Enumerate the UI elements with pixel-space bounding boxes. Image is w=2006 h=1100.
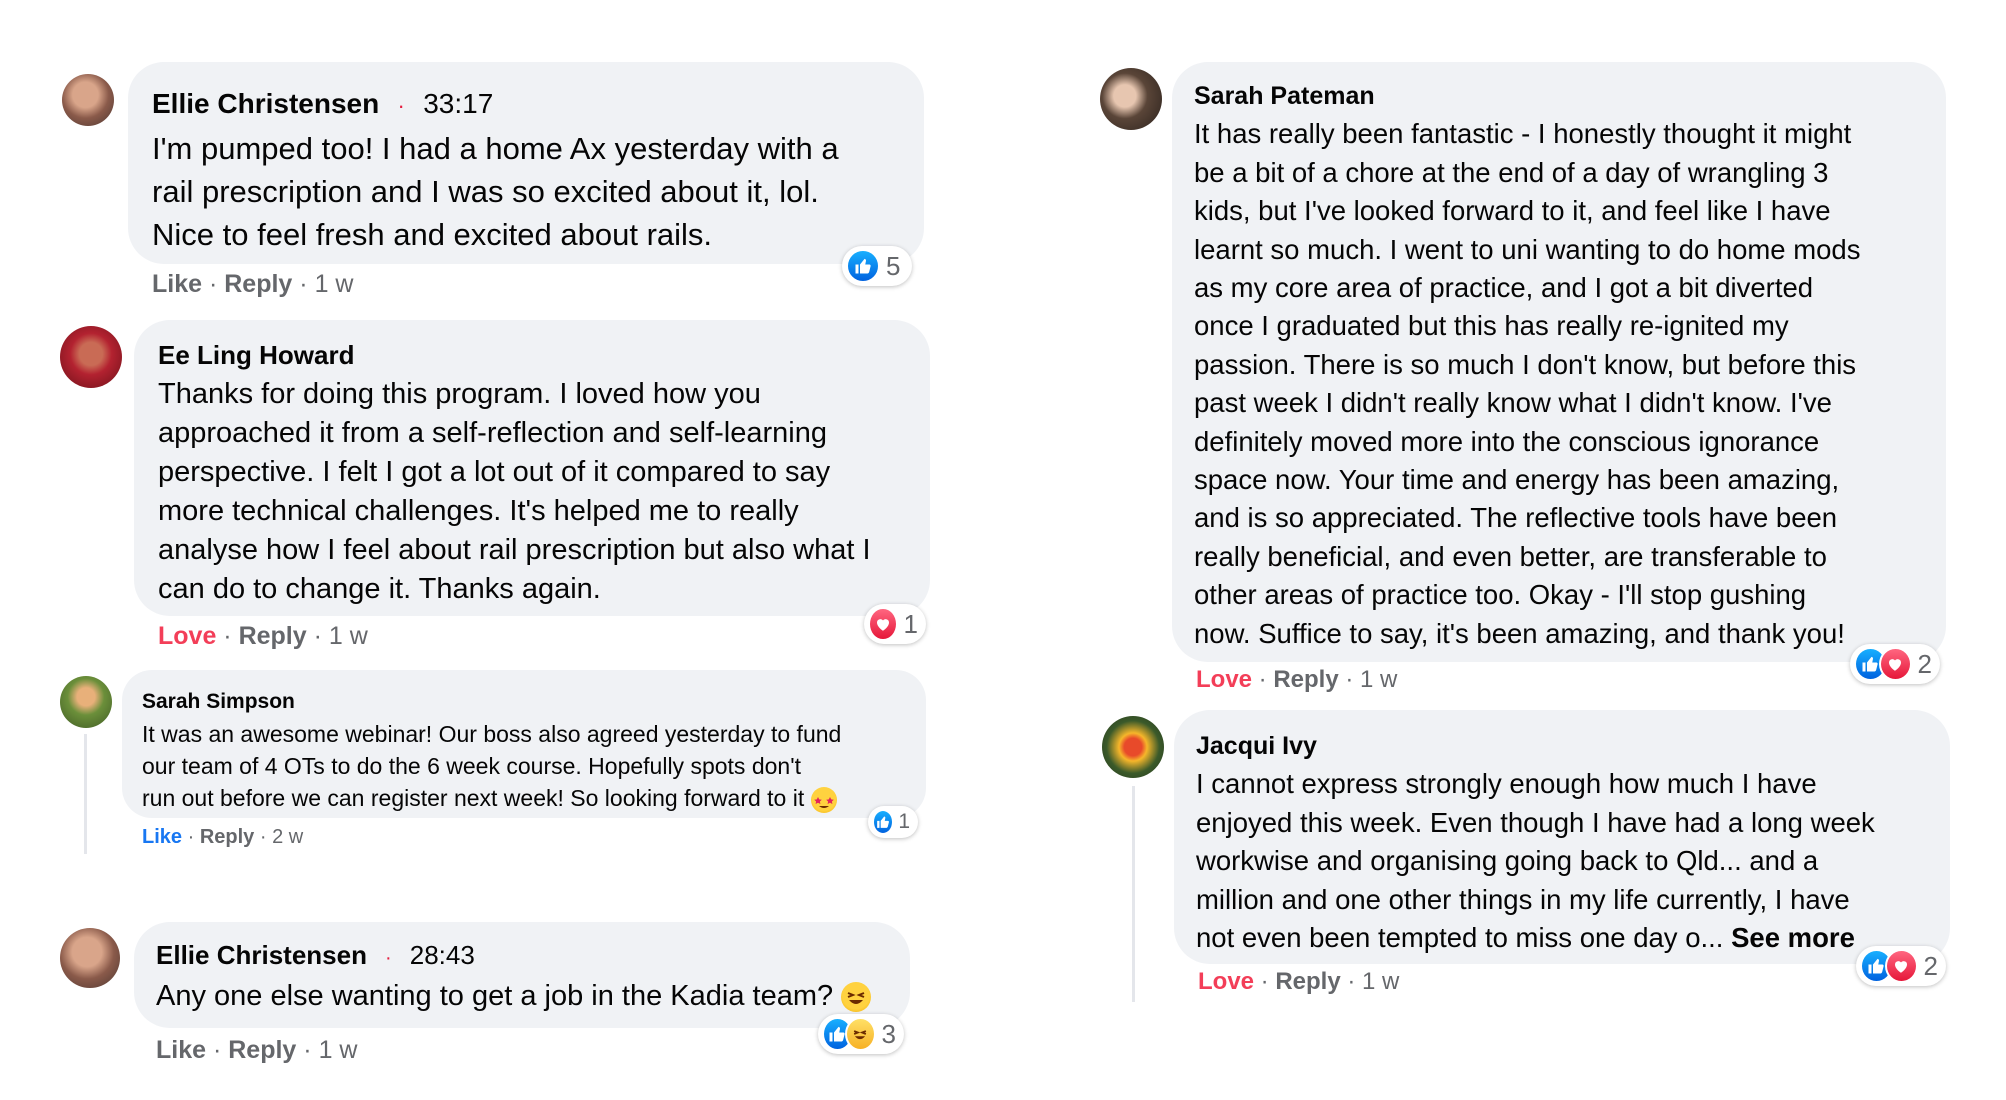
comment-text: Thanks for doing this program. I loved h… — [158, 378, 871, 605]
reply-button[interactable]: Reply — [239, 622, 307, 650]
comment-actions: Like · Reply · 1 w — [152, 270, 353, 299]
separator-dot: · — [216, 622, 239, 650]
avatar[interactable] — [60, 928, 120, 988]
avatar[interactable] — [1102, 716, 1164, 778]
laughing-emoji-icon — [841, 982, 872, 1013]
thread-line — [1132, 786, 1135, 1002]
comment-actions: Love · Reply · 1 w — [158, 622, 368, 651]
separator-dot: · — [296, 1036, 319, 1064]
reaction-summary[interactable]: 3 — [818, 1014, 904, 1054]
comment-text: It has really been fantastic - I honestl… — [1194, 118, 1861, 649]
love-button[interactable]: Love — [158, 622, 216, 650]
comment-age[interactable]: 1 w — [319, 1036, 358, 1064]
comment-age[interactable]: 1 w — [1360, 666, 1397, 693]
separator-dot: · — [1252, 666, 1274, 693]
comment-bubble: Sarah Pateman It has really been fantast… — [1172, 62, 1946, 662]
reply-button[interactable]: Reply — [1275, 968, 1340, 995]
comment-text: I'm pumped too! I had a home Ax yesterda… — [152, 131, 839, 252]
reaction-summary[interactable]: 2 — [1856, 946, 1946, 986]
reaction-summary[interactable]: 5 — [842, 246, 912, 286]
separator-dot: · — [202, 270, 225, 298]
love-reaction-icon — [868, 607, 898, 641]
separator-dot: · — [385, 947, 392, 969]
like-reaction-icon — [846, 249, 880, 283]
love-button[interactable]: Love — [1198, 968, 1254, 995]
comment-bubble: Ellie Christensen · 33:17 I'm pumped too… — [128, 62, 924, 264]
reaction-summary[interactable]: 1 — [868, 806, 918, 838]
reaction-count: 3 — [881, 1018, 896, 1049]
video-timestamp[interactable]: 28:43 — [410, 940, 475, 970]
love-reaction-icon — [1884, 949, 1918, 983]
comment-actions: Like · Reply · 1 w — [156, 1036, 357, 1065]
comment-bubble: Sarah Simpson It was an awesome webinar!… — [122, 670, 926, 818]
comment-actions: Like · Reply · 2 w — [142, 826, 303, 849]
like-button[interactable]: Like — [152, 270, 202, 298]
author-name[interactable]: Jacqui Ivy — [1196, 732, 1317, 760]
love-reaction-icon — [1878, 647, 1912, 681]
comment-actions: Love · Reply · 1 w — [1196, 666, 1397, 694]
comment-text: It was an awesome webinar! Our boss also… — [142, 718, 906, 814]
author-name[interactable]: Ee Ling Howard — [158, 340, 354, 370]
comment-bubble: Ee Ling Howard Thanks for doing this pro… — [134, 320, 930, 616]
separator-dot: · — [254, 826, 273, 848]
comment-age[interactable]: 2 w — [272, 826, 303, 848]
avatar[interactable] — [60, 326, 122, 388]
comment-bubble: Ellie Christensen · 28:43 Any one else w… — [134, 922, 910, 1028]
separator-dot: · — [206, 1036, 229, 1064]
star-struck-emoji-icon — [810, 786, 837, 813]
haha-reaction-icon — [844, 1017, 876, 1051]
comment-text-body: It was an awesome webinar! Our boss also… — [142, 721, 842, 811]
comment-age[interactable]: 1 w — [329, 622, 368, 650]
reaction-count: 2 — [1923, 950, 1938, 981]
separator-dot: · — [1254, 968, 1276, 995]
reaction-summary[interactable]: 1 — [864, 604, 926, 644]
comment-text: Any one else wanting to get a job in the… — [156, 977, 888, 1015]
like-button[interactable]: Like — [156, 1036, 206, 1064]
reaction-count: 5 — [886, 250, 901, 281]
separator-dot: · — [1340, 968, 1363, 995]
thread-line — [84, 734, 87, 854]
comment-text-body: Any one else wanting to get a job in the… — [156, 980, 834, 1012]
separator-dot: · — [292, 270, 315, 298]
author-name[interactable]: Ellie Christensen — [152, 88, 379, 119]
like-button[interactable]: Like — [142, 826, 182, 848]
reply-button[interactable]: Reply — [200, 826, 254, 848]
reply-button[interactable]: Reply — [224, 270, 292, 298]
reply-button[interactable]: Reply — [1273, 666, 1338, 693]
reaction-summary[interactable]: 2 — [1850, 644, 1940, 684]
reaction-count: 2 — [1917, 648, 1932, 679]
avatar[interactable] — [62, 74, 114, 126]
separator-dot: · — [306, 622, 329, 650]
avatar[interactable] — [1100, 68, 1162, 130]
see-more-link[interactable]: See more — [1731, 922, 1855, 953]
video-timestamp[interactable]: 33:17 — [423, 88, 493, 119]
separator-dot: · — [397, 93, 405, 118]
separator-dot: · — [182, 826, 200, 848]
comment-text: I cannot express strongly enough how muc… — [1196, 765, 1928, 957]
separator-dot: · — [1338, 666, 1361, 693]
reaction-count: 1 — [898, 810, 910, 833]
comment-age[interactable]: 1 w — [315, 270, 354, 298]
comment-age[interactable]: 1 w — [1362, 968, 1399, 995]
like-reaction-icon — [872, 809, 895, 835]
author-name[interactable]: Sarah Pateman — [1194, 82, 1375, 110]
comment-bubble: Jacqui Ivy I cannot express strongly eno… — [1174, 710, 1950, 964]
love-button[interactable]: Love — [1196, 666, 1252, 693]
comment-actions: Love · Reply · 1 w — [1198, 968, 1399, 996]
reply-button[interactable]: Reply — [228, 1036, 296, 1064]
author-name[interactable]: Ellie Christensen — [156, 940, 367, 970]
avatar[interactable] — [60, 676, 112, 728]
author-name[interactable]: Sarah Simpson — [142, 690, 295, 713]
reaction-count: 1 — [903, 608, 918, 639]
